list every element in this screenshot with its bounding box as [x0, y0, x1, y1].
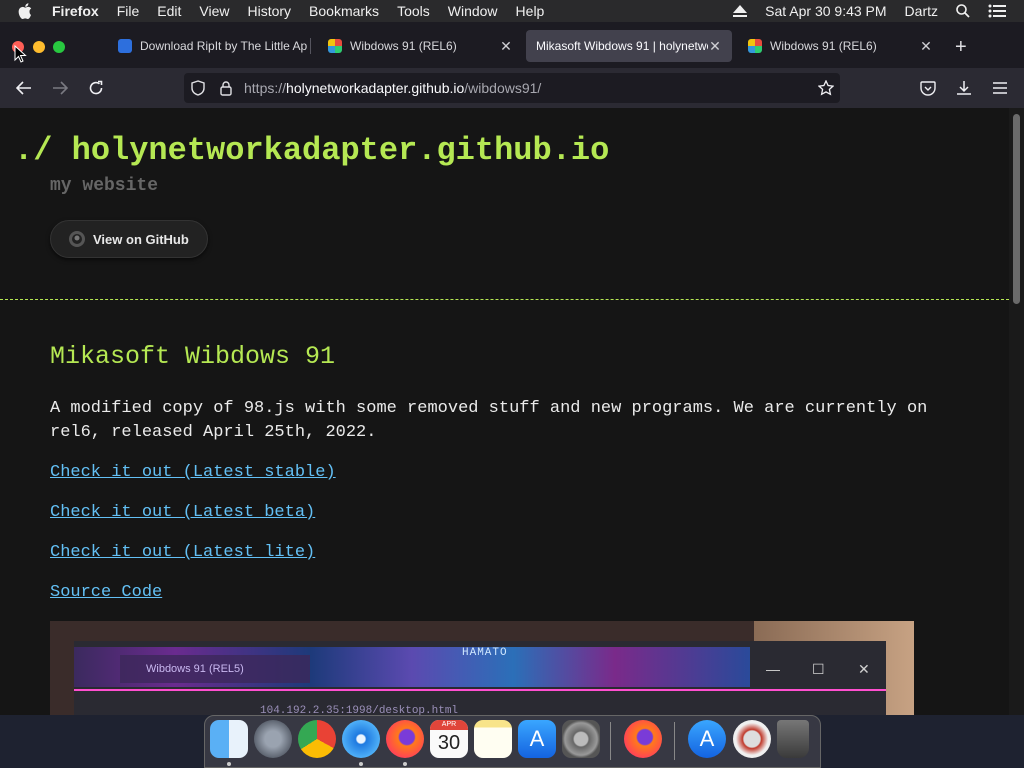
mouse-cursor-icon	[14, 45, 27, 63]
firefox-icon[interactable]	[624, 720, 662, 758]
screenshot-minimize-icon: —	[766, 661, 780, 677]
notes-icon[interactable]	[474, 720, 512, 758]
site-title[interactable]: ./ holynetworkadapter.github.io	[14, 132, 609, 169]
screenshot-maximize-icon: ☐	[812, 661, 825, 677]
tab-mikasoft-active[interactable]: Mikasoft Wibdows 91 | holynetworkadapter…	[526, 30, 732, 62]
back-arrow-icon[interactable]	[14, 78, 34, 98]
site-subtitle: my website	[50, 176, 159, 196]
app-store-icon[interactable]: A	[518, 720, 556, 758]
finder-icon[interactable]	[210, 720, 248, 758]
hamburger-menu-icon[interactable]	[990, 78, 1010, 98]
url-host: holynetworkadapter.github.io	[286, 80, 465, 96]
menu-bar: Firefox File Edit View History Bookmarks…	[0, 0, 1024, 22]
menu-view[interactable]: View	[199, 3, 229, 19]
tab-ripit[interactable]: Download RipIt by The Little App Factory	[108, 30, 308, 62]
url-scheme: https://	[244, 80, 287, 96]
running-indicator	[359, 762, 363, 766]
tab-close-icon[interactable]: ✕	[919, 38, 933, 55]
tab-close-icon[interactable]: ✕	[708, 38, 722, 55]
shield-icon[interactable]	[188, 78, 208, 98]
menu-file[interactable]: File	[117, 3, 140, 19]
wibdows-screenshot-image: HAMATO Wibdows 91 (REL5) — ☐ ✕ 104.192.2…	[50, 621, 914, 715]
github-icon	[69, 231, 85, 247]
user-name[interactable]: Dartz	[905, 3, 938, 19]
page-scrollbar[interactable]	[1009, 108, 1024, 715]
link-latest-beta[interactable]: Check it out (Latest beta)	[50, 503, 315, 522]
apple-menu-icon[interactable]	[18, 3, 38, 19]
menu-history[interactable]: History	[247, 3, 291, 19]
url-text[interactable]: https://holynetworkadapter.github.io/wib…	[244, 80, 541, 96]
link-latest-lite[interactable]: Check it out (Latest lite)	[50, 543, 315, 562]
wibdows-icon	[748, 39, 762, 53]
menu-tools[interactable]: Tools	[397, 3, 430, 19]
downloads-icon[interactable]	[954, 78, 974, 98]
preview-icon[interactable]	[733, 720, 771, 758]
dock	[204, 715, 821, 768]
github-button-label: View on GitHub	[93, 231, 189, 247]
bookmark-star-icon[interactable]	[816, 78, 836, 98]
tab-close-icon[interactable]: ✕	[499, 38, 513, 55]
screenshot-banner-text: HAMATO	[462, 647, 508, 659]
tab-wibdows-2[interactable]: Wibdows 91 (REL6) ✕	[738, 30, 943, 62]
dock-separator	[674, 722, 675, 760]
new-tab-plus-icon[interactable]: +	[955, 36, 967, 59]
scrollbar-thumb[interactable]	[1013, 114, 1020, 304]
description-paragraph: A modified copy of 98.js with some remov…	[50, 399, 928, 442]
screenshot-close-icon: ✕	[858, 661, 870, 677]
forward-arrow-icon[interactable]	[50, 78, 70, 98]
firefox-icon[interactable]	[386, 720, 424, 758]
running-indicator	[403, 762, 407, 766]
chrome-icon[interactable]	[298, 720, 336, 758]
web-page: ./ holynetworkadapter.github.io my websi…	[0, 108, 1009, 715]
clock[interactable]: Sat Apr 30 9:43 PM	[765, 3, 886, 19]
window-minimize-button[interactable]	[33, 41, 45, 53]
tab-separator	[310, 38, 311, 54]
screenshot-tab: Wibdows 91 (REL5)	[120, 655, 310, 683]
running-indicator	[227, 762, 231, 766]
screenshot-address: 104.192.2.35:1998/desktop.html	[260, 705, 459, 715]
app-store-icon	[118, 39, 132, 53]
url-path: /wibdows91/	[464, 80, 542, 96]
tab-title: Download RipIt by The Little App Factory	[140, 39, 308, 53]
menu-window[interactable]: Window	[448, 3, 498, 19]
header-divider	[0, 299, 1009, 300]
calendar-day: 30	[437, 732, 461, 754]
page-heading: Mikasoft Wibdows 91	[50, 342, 336, 371]
menu-edit[interactable]: Edit	[157, 3, 181, 19]
dock-separator	[610, 722, 611, 760]
calendar-icon[interactable]: APR 30	[430, 720, 468, 758]
system-preferences-icon[interactable]	[562, 720, 600, 758]
tab-title: Wibdows 91 (REL6)	[770, 39, 877, 53]
menu-help[interactable]: Help	[516, 3, 545, 19]
tab-title: Mikasoft Wibdows 91 | holynetworkadapter	[536, 39, 708, 53]
tab-title: Wibdows 91 (REL6)	[350, 39, 457, 53]
pocket-icon[interactable]	[918, 78, 938, 98]
menu-bookmarks[interactable]: Bookmarks	[309, 3, 379, 19]
eject-icon[interactable]	[733, 5, 748, 17]
calendar-month: APR	[430, 720, 468, 730]
window-zoom-button[interactable]	[53, 41, 65, 53]
tab-wibdows-1[interactable]: Wibdows 91 (REL6) ✕	[318, 30, 523, 62]
lock-icon[interactable]	[216, 78, 236, 98]
wibdows-icon	[328, 39, 342, 53]
link-latest-stable[interactable]: Check it out (Latest stable)	[50, 463, 336, 482]
reload-icon[interactable]	[86, 78, 106, 98]
screenshot-accent-bar	[74, 689, 886, 691]
link-source-code[interactable]: Source Code	[50, 583, 162, 602]
trash-icon[interactable]	[777, 720, 809, 758]
spotlight-search-icon[interactable]	[956, 4, 970, 18]
control-center-icon[interactable]	[988, 4, 1006, 18]
launchpad-icon[interactable]	[254, 720, 292, 758]
view-on-github-button[interactable]: View on GitHub	[50, 220, 208, 258]
app-store-icon[interactable]: A	[688, 720, 726, 758]
menu-app-name[interactable]: Firefox	[52, 3, 99, 19]
safari-icon[interactable]	[342, 720, 380, 758]
